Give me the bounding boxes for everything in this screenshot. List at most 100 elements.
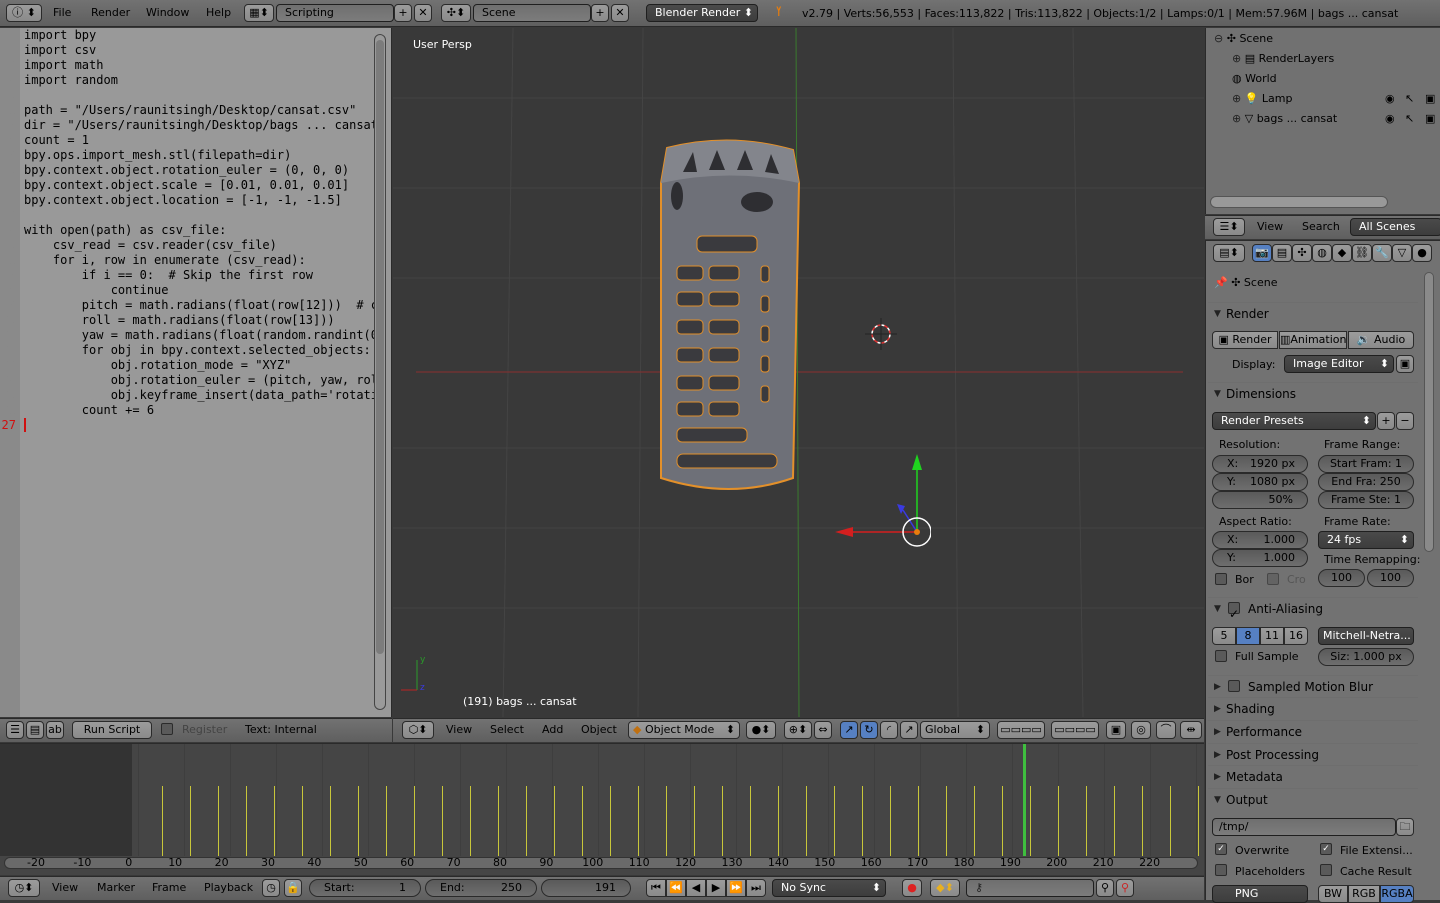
- keyframe-marker[interactable]: [190, 786, 191, 856]
- properties-editor-type[interactable]: ▤⬍: [1213, 244, 1245, 262]
- panel-post-processing-header[interactable]: ▶ Post Processing: [1208, 743, 1418, 765]
- code-line[interactable]: csv_read = csv.reader(csv_file): [24, 238, 277, 253]
- code-line[interactable]: for obj in bpy.context.selected_objects:: [24, 343, 371, 358]
- proportional-toggle[interactable]: ◎: [1131, 721, 1151, 739]
- expand-icon[interactable]: ⊕: [1232, 52, 1245, 65]
- word-wrap-toggle[interactable]: ▤: [26, 721, 44, 739]
- code-line[interactable]: obj.rotation_euler = (pitch, yaw, roll: [24, 373, 386, 388]
- selectable-cursor-icon[interactable]: ↖: [1405, 112, 1414, 125]
- next-key-button[interactable]: ⏩: [726, 879, 746, 897]
- keyframe-marker[interactable]: [218, 786, 219, 856]
- panel-render-header[interactable]: ▼ Render: [1208, 302, 1418, 324]
- modifiers-tab-icon[interactable]: 🔧: [1372, 244, 1392, 262]
- keyframe-marker[interactable]: [974, 786, 975, 856]
- menu-file[interactable]: File: [53, 1, 71, 25]
- expand-icon[interactable]: ⊕: [1232, 92, 1245, 105]
- keyframe-marker[interactable]: [638, 786, 639, 856]
- code-line[interactable]: dir = "/Users/raunitsingh/Desktop/bags .…: [24, 118, 385, 133]
- keyframe-marker[interactable]: [722, 786, 723, 856]
- render-button[interactable]: ▣ Render: [1212, 331, 1278, 349]
- snap-toggle[interactable]: ⌒: [1156, 721, 1176, 739]
- keyframe-marker[interactable]: [162, 786, 163, 856]
- manipulator-toggle[interactable]: ⇔: [814, 721, 832, 739]
- outliner-filter-select[interactable]: All Scenes: [1350, 218, 1440, 236]
- expand-icon[interactable]: ⊕: [1232, 112, 1245, 125]
- code-line[interactable]: path = "/Users/raunitsingh/Desktop/cansa…: [24, 103, 356, 118]
- keyframe-marker[interactable]: [1198, 786, 1199, 856]
- register-checkbox[interactable]: [161, 723, 173, 735]
- vp-menu-view[interactable]: View: [446, 718, 472, 742]
- aa-samples-8[interactable]: 8: [1236, 627, 1260, 645]
- play-button[interactable]: ▶: [706, 879, 726, 897]
- start-frame-field[interactable]: Start: 1: [309, 879, 421, 897]
- outliner-item[interactable]: ◍ World: [1232, 71, 1277, 87]
- crop-checkbox[interactable]: [1267, 573, 1279, 585]
- menu-help[interactable]: Help: [206, 1, 231, 25]
- keyframe-marker[interactable]: [1142, 786, 1143, 856]
- motion-blur-checkbox[interactable]: [1228, 680, 1240, 692]
- keyframe-marker[interactable]: [1002, 786, 1003, 856]
- frame-rate-select[interactable]: 24 fps ⬍: [1318, 531, 1414, 549]
- outliner-item[interactable]: ⊕ ▽ bags ... cansat: [1232, 111, 1337, 127]
- frame-step-field[interactable]: Frame Ste: 1: [1318, 491, 1414, 509]
- properties-scrollbar[interactable]: [1424, 272, 1434, 552]
- aa-size-field[interactable]: Siz: 1.000 px: [1318, 648, 1414, 666]
- cache-result-checkbox[interactable]: [1320, 864, 1332, 876]
- code-line[interactable]: roll = math.radians(float(row[13])): [24, 313, 335, 328]
- code-line[interactable]: count += 6: [24, 403, 154, 418]
- code-line[interactable]: import random: [24, 73, 118, 88]
- color-bw-button[interactable]: BW: [1318, 885, 1348, 903]
- panel-motion-blur-header[interactable]: ▶ Sampled Motion Blur: [1208, 675, 1418, 697]
- keyframe-marker[interactable]: [610, 786, 611, 856]
- keyframe-marker[interactable]: [1114, 786, 1115, 856]
- placeholders-checkbox[interactable]: [1215, 864, 1227, 876]
- pin-icon[interactable]: 📌: [1214, 276, 1228, 289]
- 3d-cursor-icon[interactable]: [861, 316, 901, 356]
- data-tab-icon[interactable]: ▽: [1392, 244, 1412, 262]
- keyframe-marker[interactable]: [666, 786, 667, 856]
- end-frame-field[interactable]: End: 250: [425, 879, 537, 897]
- collapse-icon[interactable]: ⊖: [1214, 32, 1227, 45]
- lock-interface-button[interactable]: ▣: [1396, 355, 1414, 373]
- panel-performance-header[interactable]: ▶ Performance: [1208, 720, 1418, 742]
- code-line[interactable]: obj.keyframe_insert(data_path='rotatio: [24, 388, 386, 403]
- keyframe-marker[interactable]: [358, 786, 359, 856]
- code-line[interactable]: with open(path) as csv_file:: [24, 223, 226, 238]
- remap-old-field[interactable]: 100: [1318, 569, 1365, 587]
- outliner-item[interactable]: ⊖ ✣ Scene: [1214, 31, 1273, 47]
- syntax-toggle[interactable]: ab: [46, 721, 64, 739]
- outliner-editor-type[interactable]: ☰⬍: [1213, 218, 1245, 236]
- renderable-camera-icon[interactable]: ▣: [1425, 92, 1435, 105]
- keyframe-marker[interactable]: [946, 786, 947, 856]
- keyframe-marker[interactable]: [470, 786, 471, 856]
- tl-menu-view[interactable]: View: [52, 876, 78, 900]
- keyframe-marker[interactable]: [386, 786, 387, 856]
- tl-menu-marker[interactable]: Marker: [97, 876, 135, 900]
- line-numbers-toggle[interactable]: ☰: [6, 721, 24, 739]
- aa-samples-5[interactable]: 5: [1212, 627, 1236, 645]
- outliner-menu-view[interactable]: View: [1257, 215, 1283, 239]
- viewport-3d[interactable]: User Persp (191) bags ... cansat y z: [393, 28, 1204, 717]
- animation-button[interactable]: ▥Animation: [1279, 331, 1347, 349]
- keyframe-marker[interactable]: [330, 786, 331, 856]
- auto-keying-toggle[interactable]: ●: [902, 879, 922, 897]
- mode-select[interactable]: ◆ Object Mode ⬍: [628, 721, 740, 739]
- output-path-field[interactable]: /tmp/: [1212, 818, 1396, 836]
- remove-preset-button[interactable]: −: [1396, 412, 1414, 430]
- text-scrollbar-thumb[interactable]: [376, 40, 384, 654]
- translate-toggle[interactable]: ↗: [840, 721, 858, 739]
- layers-grid-2[interactable]: ▭▭▭▭: [1051, 721, 1099, 739]
- run-script-button[interactable]: Run Script: [72, 721, 152, 739]
- lock-camera-toggle[interactable]: ▣: [1106, 721, 1126, 739]
- renderable-camera-icon[interactable]: ▣: [1425, 112, 1435, 125]
- color-rgb-button[interactable]: RGB: [1348, 885, 1380, 903]
- keyframe-marker[interactable]: [582, 786, 583, 856]
- active-keying-set-field[interactable]: ⚷: [966, 879, 1094, 897]
- aa-enable-checkbox[interactable]: ✓: [1228, 602, 1240, 621]
- pivot-select[interactable]: ⊕⬍: [784, 721, 812, 739]
- visibility-eye-icon[interactable]: ◉: [1385, 112, 1395, 125]
- vp-menu-select[interactable]: Select: [490, 718, 524, 742]
- outliner-item[interactable]: ⊕ 💡 Lamp: [1232, 91, 1293, 107]
- jump-end-button[interactable]: ⏭: [746, 879, 766, 897]
- code-line[interactable]: if i == 0: # Skip the first row: [24, 268, 313, 283]
